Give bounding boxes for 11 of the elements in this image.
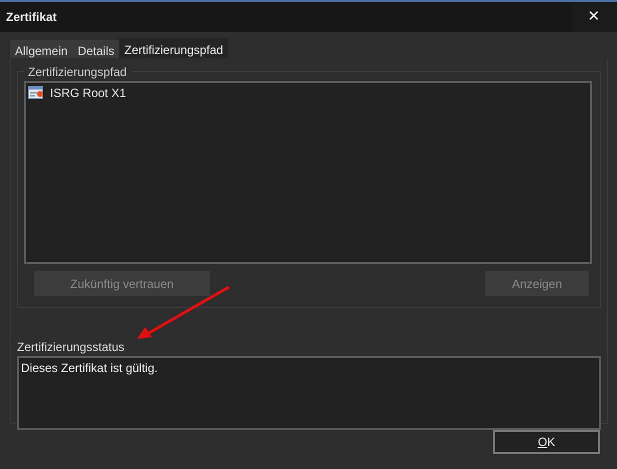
- status-text-box: Dieses Zertifikat ist gültig.: [17, 356, 601, 430]
- ok-button[interactable]: OK: [493, 430, 600, 454]
- tab[interactable]: Details: [72, 40, 120, 58]
- window-title: Zertifikat: [5, 9, 57, 26]
- close-button[interactable]: ✕: [571, 2, 617, 32]
- status-label: Zertifizierungsstatus: [17, 339, 126, 356]
- tab[interactable]: Allgemein: [10, 40, 73, 58]
- tree-item[interactable]: ISRG Root X1: [50, 84, 126, 102]
- tab[interactable]: Zertifizierungspfad: [119, 38, 228, 58]
- certificate-path-list[interactable]: ISRG Root X1: [24, 81, 592, 264]
- certificate-icon: [28, 86, 44, 100]
